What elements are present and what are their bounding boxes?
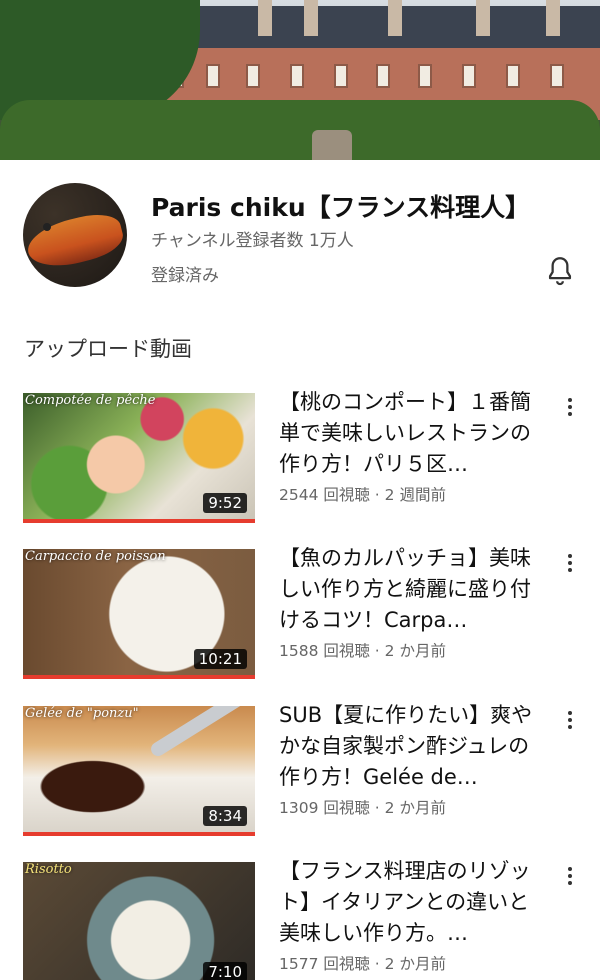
more-vert-icon[interactable] xyxy=(562,551,578,575)
video-duration: 9:52 xyxy=(203,493,247,513)
thumbnail-caption: Gelée de "ponzu" xyxy=(25,706,139,721)
video-item[interactable]: Risotto 7:10 【フランス料理店のリゾット】イタリアンとの違いと美味し… xyxy=(0,859,600,980)
channel-name: Paris chiku【フランス料理人】 xyxy=(151,193,531,222)
video-thumbnail[interactable]: Compotée de pêche 9:52 xyxy=(23,393,255,523)
video-title[interactable]: 【フランス料理店のリゾット】イタリアンとの違いと美味しい作り方。… xyxy=(279,856,541,949)
subscriber-count: チャンネル登録者数 1万人 xyxy=(151,231,354,251)
video-meta: 1309 回視聴 · 2 か月前 xyxy=(279,799,446,817)
channel-avatar[interactable] xyxy=(23,183,127,287)
thumbnail-caption: Risotto xyxy=(25,862,72,877)
subscribed-button[interactable]: 登録済み xyxy=(151,261,219,286)
video-thumbnail[interactable]: Carpaccio de poisson 10:21 xyxy=(23,549,255,679)
thumbnail-caption: Carpaccio de poisson xyxy=(25,549,166,564)
more-vert-icon[interactable] xyxy=(562,395,578,419)
video-duration: 8:34 xyxy=(203,806,247,826)
video-thumbnail[interactable]: Risotto 7:10 xyxy=(23,862,255,980)
video-item[interactable]: Gelée de "ponzu" 8:34 SUB【夏に作りたい】爽やかな自家製… xyxy=(0,703,600,846)
video-meta: 1588 回視聴 · 2 か月前 xyxy=(279,642,446,660)
bell-icon[interactable] xyxy=(543,254,577,288)
more-vert-icon[interactable] xyxy=(562,864,578,888)
watch-progress-bar xyxy=(23,519,255,523)
channel-banner xyxy=(0,0,600,160)
video-meta: 2544 回視聴 · 2 週間前 xyxy=(279,486,446,504)
video-title[interactable]: SUB【夏に作りたい】爽やかな自家製ポン酢ジュレの作り方！Gelée de… xyxy=(279,700,541,793)
video-duration: 10:21 xyxy=(193,649,247,669)
video-item[interactable]: Compotée de pêche 9:52 【桃のコンポート】１番簡単で美味し… xyxy=(0,390,600,533)
watch-progress-bar xyxy=(23,832,255,836)
video-duration: 7:10 xyxy=(203,962,247,980)
video-meta: 1577 回視聴 · 2 か月前 xyxy=(279,955,446,973)
video-item[interactable]: Carpaccio de poisson 10:21 【魚のカルパッチョ】美味し… xyxy=(0,546,600,689)
video-thumbnail[interactable]: Gelée de "ponzu" 8:34 xyxy=(23,706,255,836)
watch-progress-bar xyxy=(23,675,255,679)
thumbnail-caption: Compotée de pêche xyxy=(25,393,156,408)
video-title[interactable]: 【桃のコンポート】１番簡単で美味しいレストランの作り方！パリ５区… xyxy=(279,387,541,480)
uploads-section-title: アップロード動画 xyxy=(24,337,192,361)
video-title[interactable]: 【魚のカルパッチョ】美味しい作り方と綺麗に盛り付けるコツ！Carpa… xyxy=(279,543,541,636)
more-vert-icon[interactable] xyxy=(562,708,578,732)
channel-header: Paris chiku【フランス料理人】 チャンネル登録者数 1万人 登録済み xyxy=(0,160,600,310)
